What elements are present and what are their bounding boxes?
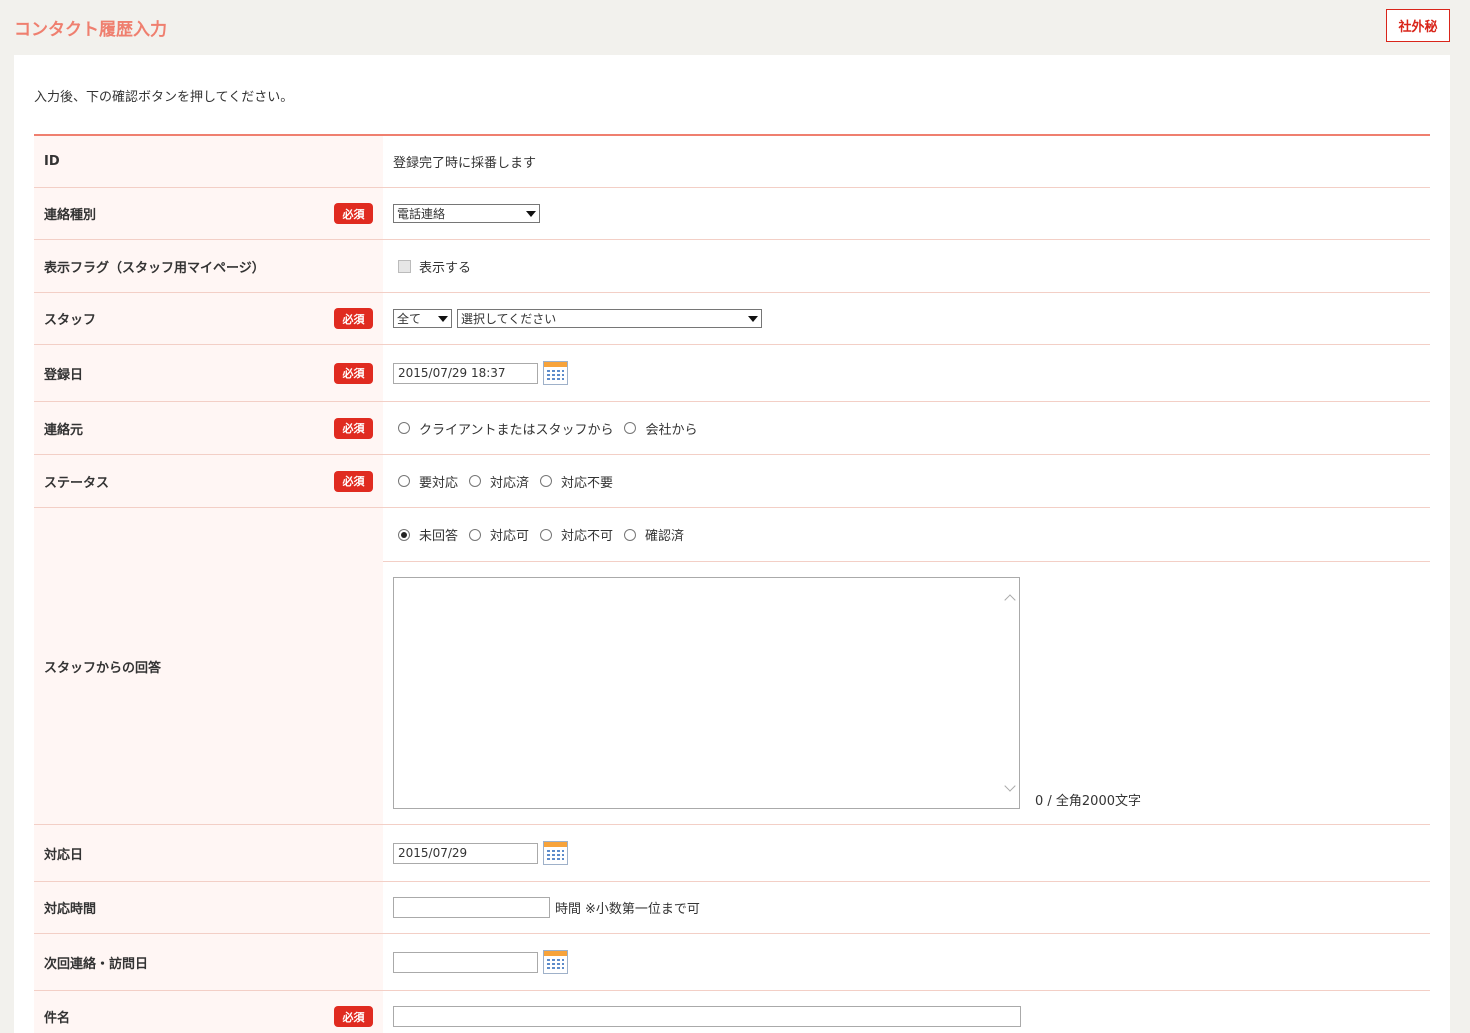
chevron-down-icon [526, 210, 536, 217]
calendar-icon[interactable] [543, 841, 568, 865]
contact-type-select[interactable]: 電話連絡 [393, 204, 540, 223]
calendar-icon[interactable] [543, 950, 568, 974]
instruction-text: 入力後、下の確認ボタンを押してください。 [34, 90, 294, 105]
required-badge: 必須 [334, 308, 373, 329]
row-display-flag: 表示フラグ（スタッフ用マイページ） 表示する [34, 240, 1430, 293]
chevron-up-icon[interactable] [1004, 594, 1016, 606]
label-id: ID [44, 154, 60, 169]
radio-button[interactable] [540, 528, 553, 541]
display-flag-checkbox[interactable] [398, 259, 411, 273]
label-contact-type: 連絡種別 [44, 208, 97, 223]
reply-option[interactable]: 対応可 [464, 525, 529, 544]
row-staff: スタッフ 必須 全て 選択してください [34, 293, 1430, 345]
status-option[interactable]: 対応不要 [535, 472, 613, 491]
radio-button[interactable] [624, 528, 637, 541]
required-badge: 必須 [334, 362, 373, 384]
row-status: ステータス 必須 要対応 対応済 対応不要 [34, 455, 1430, 508]
reply-option[interactable]: 未回答 [393, 525, 458, 544]
row-contact-source: 連絡元 必須 クライアントまたはスタッフから 会社から [34, 402, 1430, 455]
radio-button[interactable] [469, 528, 482, 541]
radio-button[interactable] [469, 475, 482, 487]
confidential-badge: 社外秘 [1386, 9, 1450, 42]
radio-button[interactable] [624, 422, 637, 434]
response-time-note: ※小数第一位まで可 [585, 902, 700, 917]
label-next-contact: 次回連絡・訪問日 [44, 956, 149, 972]
label-staff: スタッフ [44, 313, 97, 328]
label-display-flag: 表示フラグ（スタッフ用マイページ） [44, 260, 265, 276]
label-subject: 件名 [44, 1011, 71, 1026]
row-response-time: 対応時間 時間 ※小数第一位まで可 [34, 882, 1430, 934]
label-staff-reply: スタッフからの回答 [44, 660, 162, 676]
row-id: ID 登録完了時に採番します [34, 136, 1430, 188]
required-badge: 必須 [334, 417, 373, 439]
label-response-date: 対応日 [44, 847, 84, 863]
chevron-down-icon [748, 315, 758, 322]
status-option[interactable]: 要対応 [393, 472, 458, 491]
id-value: 登録完了時に採番します [393, 156, 537, 171]
calendar-icon[interactable] [543, 361, 568, 385]
display-flag-option: 表示する [419, 260, 472, 276]
page-title: コンタクト履歴入力 [14, 20, 167, 40]
staff-select[interactable]: 選択してください [457, 309, 762, 328]
required-badge: 必須 [334, 1006, 373, 1027]
response-date-input[interactable]: 2015/07/29 [393, 842, 538, 864]
contact-source-option[interactable]: クライアントまたはスタッフから [393, 419, 613, 438]
contact-history-form: ID 登録完了時に採番します 連絡種別 必須 電話連絡 表示フラグ（スタッフ用マイ… [34, 134, 1430, 1033]
row-next-contact: 次回連絡・訪問日 [34, 934, 1430, 991]
row-subject: 件名 必須 [34, 991, 1430, 1033]
chevron-down-icon [438, 315, 448, 322]
label-registered-date: 登録日 [44, 367, 84, 383]
required-badge: 必須 [334, 470, 373, 492]
reply-option[interactable]: 確認済 [619, 525, 684, 544]
row-contact-type: 連絡種別 必須 電話連絡 [34, 188, 1430, 240]
radio-button[interactable] [398, 422, 410, 434]
radio-button[interactable] [398, 475, 410, 487]
subject-input[interactable] [393, 1006, 1021, 1027]
char-counter: 0 / 全角2000文字 [1035, 794, 1141, 809]
label-status: ステータス [44, 475, 110, 491]
response-time-input[interactable] [393, 897, 550, 918]
radio-button[interactable] [398, 528, 410, 541]
chevron-down-icon[interactable] [1004, 780, 1016, 792]
scrollbar[interactable] [1002, 578, 1019, 808]
response-time-unit: 時間 [555, 902, 582, 917]
reply-option[interactable]: 対応不可 [535, 525, 613, 544]
label-contact-source: 連絡元 [44, 422, 84, 438]
staff-reply-textarea[interactable] [393, 577, 1020, 809]
status-option[interactable]: 対応済 [464, 472, 529, 491]
required-badge: 必須 [334, 203, 373, 224]
registered-date-input[interactable]: 2015/07/29 18:37 [393, 362, 538, 384]
row-staff-reply: スタッフからの回答 未回答 対応可 対応不可 確認済 0 / 全角2000文字 [34, 508, 1430, 825]
row-response-date: 対応日 2015/07/29 [34, 825, 1430, 882]
next-contact-date-input[interactable] [393, 951, 538, 973]
row-registered-date: 登録日 必須 2015/07/29 18:37 [34, 345, 1430, 402]
contact-source-option[interactable]: 会社から [619, 419, 698, 438]
label-response-time: 対応時間 [44, 902, 97, 917]
radio-button[interactable] [540, 475, 553, 487]
staff-filter-select[interactable]: 全て [393, 309, 452, 328]
form-panel: 入力後、下の確認ボタンを押してください。 ID 登録完了時に採番します 連絡種別… [14, 55, 1450, 1033]
